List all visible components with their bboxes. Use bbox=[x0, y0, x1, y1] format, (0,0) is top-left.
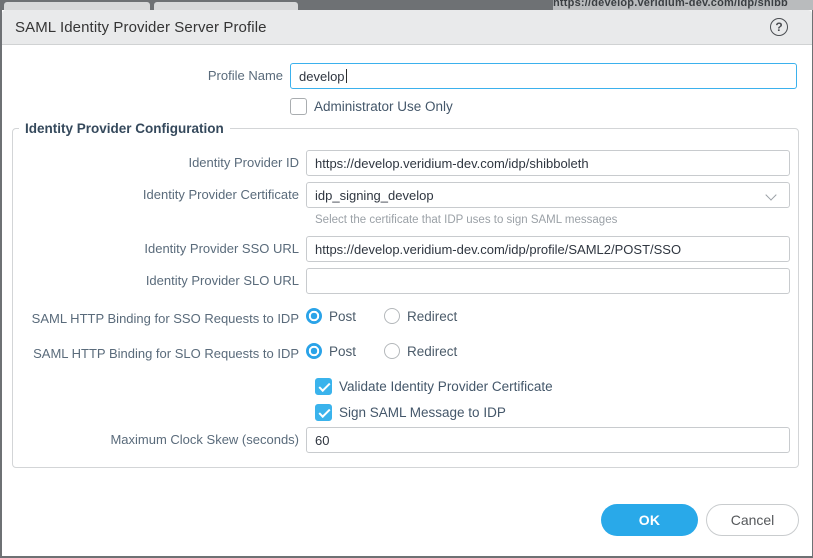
chevron-down-icon bbox=[765, 189, 776, 200]
slo-binding-label: SAML HTTP Binding for SLO Requests to ID… bbox=[13, 341, 306, 362]
maximum-clock-skew-label: Maximum Clock Skew (seconds) bbox=[13, 427, 306, 448]
maximum-clock-skew-row: Maximum Clock Skew (seconds) 60 bbox=[13, 427, 790, 453]
sso-binding-redirect-option[interactable]: Redirect bbox=[384, 308, 457, 324]
administrator-use-only-label: Administrator Use Only bbox=[314, 99, 453, 114]
dialog-title: SAML Identity Provider Server Profile bbox=[15, 19, 267, 36]
radio-button-icon[interactable] bbox=[384, 343, 400, 359]
identity-provider-sso-url-label: Identity Provider SSO URL bbox=[13, 236, 306, 257]
identity-provider-sso-url-input[interactable]: https://develop.veridium-dev.com/idp/pro… bbox=[306, 236, 790, 262]
validate-certificate-row: Validate Identity Provider Certificate bbox=[315, 378, 790, 395]
background-page-strip: https://develop.veridium-dev.com/idp/shi… bbox=[0, 0, 813, 10]
identity-provider-sso-url-row: Identity Provider SSO URL https://develo… bbox=[13, 236, 790, 262]
ok-button[interactable]: OK bbox=[601, 504, 698, 536]
administrator-use-only-row: Administrator Use Only bbox=[2, 98, 812, 115]
help-icon[interactable]: ? bbox=[770, 18, 788, 36]
background-url-field: https://develop.veridium-dev.com/idp/shi… bbox=[553, 0, 813, 10]
radio-button-icon[interactable] bbox=[306, 343, 322, 359]
validate-certificate-checkbox[interactable] bbox=[315, 378, 332, 395]
radio-button-icon[interactable] bbox=[384, 308, 400, 324]
profile-name-label: Profile Name bbox=[2, 63, 290, 84]
sign-saml-message-row: Sign SAML Message to IDP bbox=[315, 404, 790, 421]
maximum-clock-skew-input[interactable]: 60 bbox=[306, 427, 790, 453]
dialog-titlebar: SAML Identity Provider Server Profile ? bbox=[2, 10, 812, 45]
identity-provider-slo-url-row: Identity Provider SLO URL bbox=[13, 268, 790, 294]
identity-provider-slo-url-input[interactable] bbox=[306, 268, 790, 294]
identity-provider-id-label: Identity Provider ID bbox=[13, 150, 306, 171]
profile-name-input[interactable]: develop bbox=[290, 63, 797, 89]
identity-provider-certificate-row: Identity Provider Certificate idp_signin… bbox=[13, 182, 790, 208]
identity-provider-id-row: Identity Provider ID https://develop.ver… bbox=[13, 150, 790, 176]
slo-binding-row: SAML HTTP Binding for SLO Requests to ID… bbox=[13, 341, 790, 362]
identity-provider-certificate-select[interactable]: idp_signing_develop bbox=[306, 182, 790, 208]
sso-binding-label: SAML HTTP Binding for SSO Requests to ID… bbox=[13, 306, 306, 327]
identity-provider-certificate-label: Identity Provider Certificate bbox=[13, 182, 306, 203]
profile-name-value: develop bbox=[299, 69, 345, 84]
identity-provider-id-input[interactable]: https://develop.veridium-dev.com/idp/shi… bbox=[306, 150, 790, 176]
administrator-use-only-checkbox[interactable] bbox=[290, 98, 307, 115]
sign-saml-message-checkbox[interactable] bbox=[315, 404, 332, 421]
sso-binding-radio-group: Post Redirect bbox=[306, 306, 790, 324]
profile-name-row: Profile Name develop bbox=[2, 63, 812, 89]
text-cursor bbox=[346, 69, 347, 83]
section-legend: Identity Provider Configuration bbox=[19, 121, 230, 136]
identity-provider-slo-url-label: Identity Provider SLO URL bbox=[13, 268, 306, 289]
slo-binding-radio-group: Post Redirect bbox=[306, 341, 790, 359]
cancel-button[interactable]: Cancel bbox=[706, 504, 799, 536]
slo-binding-redirect-option[interactable]: Redirect bbox=[384, 343, 457, 359]
certificate-helper-text: Select the certificate that IDP uses to … bbox=[315, 214, 790, 226]
saml-idp-server-profile-dialog: SAML Identity Provider Server Profile ? … bbox=[2, 10, 812, 556]
slo-binding-post-option[interactable]: Post bbox=[306, 343, 356, 359]
sso-binding-row: SAML HTTP Binding for SSO Requests to ID… bbox=[13, 306, 790, 327]
sso-binding-post-option[interactable]: Post bbox=[306, 308, 356, 324]
dialog-content: Profile Name develop Administrator Use O… bbox=[2, 45, 812, 556]
identity-provider-configuration-section: Identity Provider Configuration Identity… bbox=[12, 121, 799, 468]
dialog-footer: OK Cancel bbox=[2, 504, 812, 536]
sign-saml-message-label: Sign SAML Message to IDP bbox=[339, 405, 506, 420]
radio-button-icon[interactable] bbox=[306, 308, 322, 324]
background-url-text: https://develop.veridium-dev.com/idp/shi… bbox=[553, 0, 813, 9]
validate-certificate-label: Validate Identity Provider Certificate bbox=[339, 379, 553, 394]
